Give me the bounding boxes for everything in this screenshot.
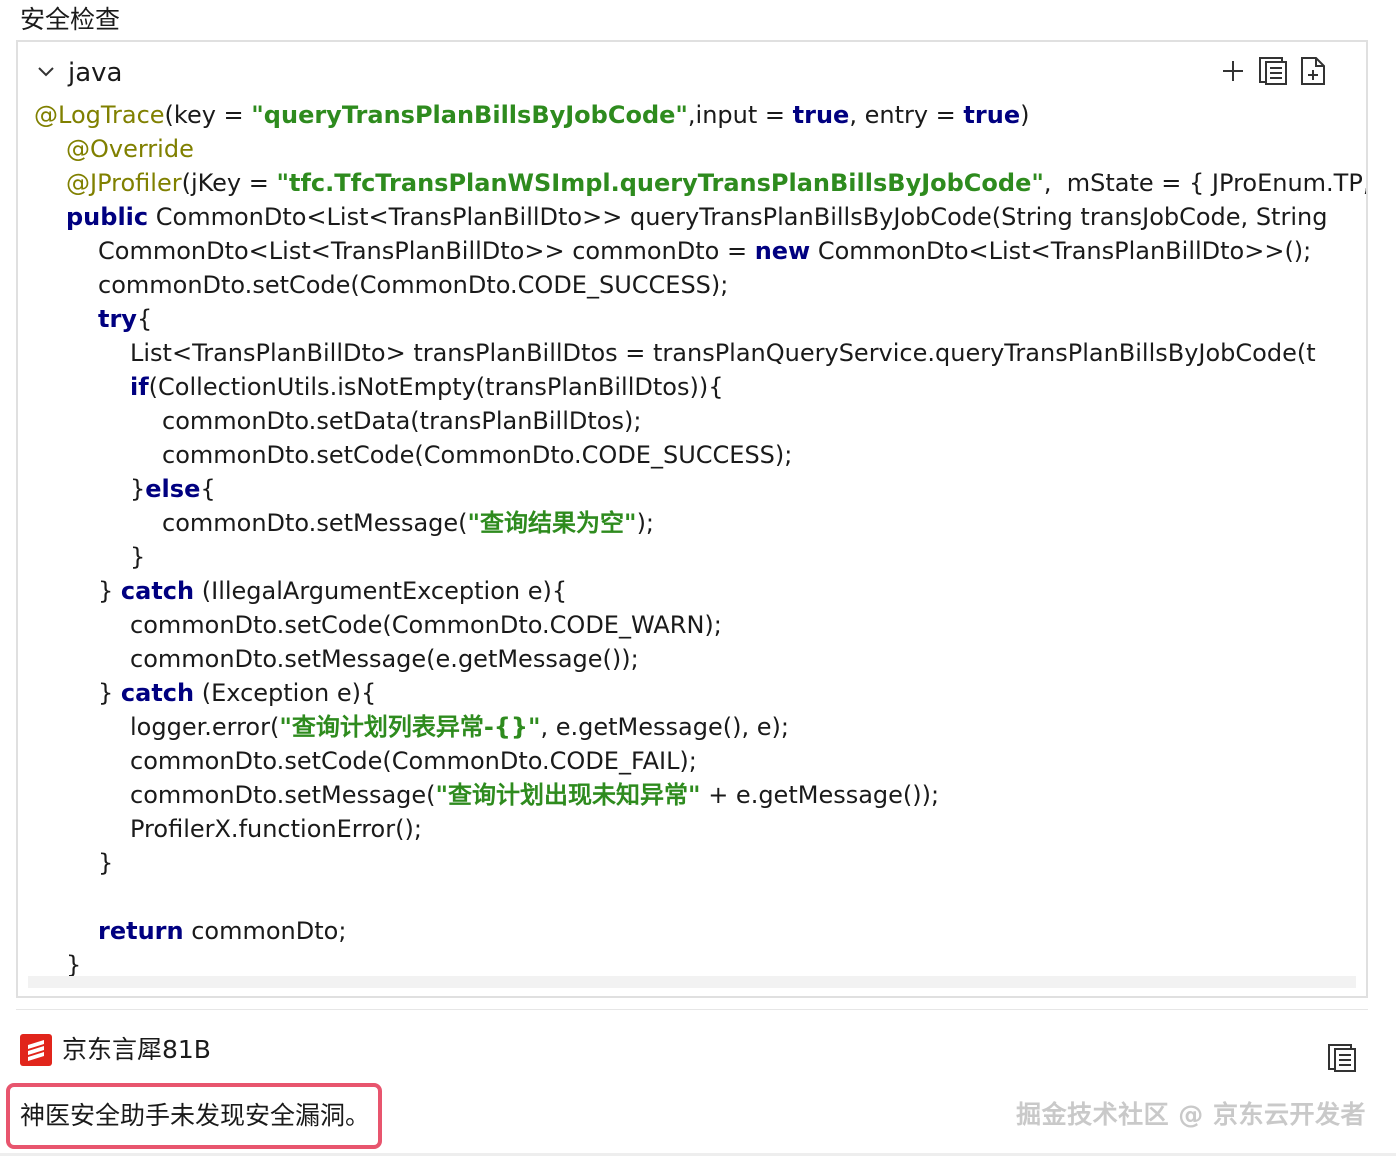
plus-icon[interactable]	[1218, 56, 1248, 86]
code-line: }	[18, 540, 1366, 574]
code-token: catch	[120, 679, 195, 707]
code-token: commonDto.setCode(CommonDto.CODE_SUCCESS…	[98, 271, 729, 299]
code-token: ,input =	[687, 101, 793, 129]
code-token: new	[754, 237, 811, 265]
code-line: }	[18, 846, 1366, 880]
code-token: (key =	[164, 101, 252, 129]
code-block-header: java	[18, 42, 1366, 102]
code-token: "查询计划出现未知异常"	[435, 781, 701, 809]
code-line: } catch (Exception e){	[18, 676, 1366, 710]
code-line: @JProfiler(jKey = "tfc.TfcTransPlanWSImp…	[18, 166, 1368, 200]
code-line: }else{	[18, 472, 1366, 506]
code-line: try{	[18, 302, 1366, 336]
code-line: }	[18, 948, 1366, 978]
code-token: commonDto.setCode(CommonDto.CODE_SUCCESS…	[162, 441, 793, 469]
code-token: CommonDto<List<TransPlanBillDto>>();	[810, 237, 1312, 265]
jd-yanxi-logo	[20, 1034, 52, 1066]
code-line: public CommonDto<List<TransPlanBillDto>>…	[18, 200, 1366, 234]
code-token: }	[130, 475, 146, 503]
code-token: true	[963, 101, 1021, 129]
code-line: commonDto.setMessage("查询计划出现未知异常" + e.ge…	[18, 778, 1366, 812]
code-line: @LogTrace(key = "queryTransPlanBillsByJo…	[18, 98, 1366, 132]
bottom-divider	[0, 1153, 1396, 1156]
code-token: "tfc.TfcTransPlanWSImpl.queryTransPlanBi…	[276, 169, 1044, 197]
code-token: , entry =	[849, 101, 964, 129]
code-token: }	[130, 543, 146, 571]
code-line: commonDto.setMessage(e.getMessage());	[18, 642, 1366, 676]
code-token: commonDto.setMessage(e.getMessage());	[130, 645, 639, 673]
code-line: CommonDto<List<TransPlanBillDto>> common…	[18, 234, 1366, 268]
code-token: commonDto.setCode(CommonDto.CODE_WARN);	[130, 611, 722, 639]
divider	[16, 1009, 1368, 1010]
horizontal-scrollbar[interactable]	[28, 976, 1356, 988]
watermark: 掘金技术社区 @ 京东云开发者	[1016, 1100, 1366, 1129]
code-token: {	[200, 475, 216, 503]
code-line: commonDto.setMessage("查询结果为空");	[18, 506, 1366, 540]
code-line: } catch (IllegalArgumentException e){	[18, 574, 1366, 608]
code-token: ProfilerX.functionError();	[130, 815, 422, 843]
page-title: 安全检查	[20, 5, 121, 34]
chevron-down-icon[interactable]	[36, 62, 56, 82]
code-token: @Override	[66, 135, 194, 163]
code-token: (Exception e){	[194, 679, 377, 707]
code-token: (jKey =	[181, 169, 277, 197]
code-token: + e.getMessage());	[700, 781, 940, 809]
code-line: List<TransPlanBillDto> transPlanBillDtos…	[18, 336, 1366, 370]
assistant-source: 京东言犀81B	[20, 1034, 211, 1066]
code-token: else	[145, 475, 201, 503]
code-token: logger.error(	[130, 713, 280, 741]
code-token: commonDto;	[183, 917, 347, 945]
code-line: @Override	[18, 132, 1366, 166]
scan-result-text: 神医安全助手未发现安全漏洞。	[20, 1101, 371, 1130]
code-token: catch	[120, 577, 195, 605]
code-token: if	[130, 373, 149, 401]
insert-file-icon[interactable]	[1298, 56, 1328, 86]
code-token: , e.getMessage(), e);	[540, 713, 789, 741]
assistant-name: 京东言犀81B	[62, 1035, 211, 1064]
scan-result-box: 神医安全助手未发现安全漏洞。	[6, 1083, 382, 1149]
code-token: commonDto.setCode(CommonDto.CODE_FAIL);	[130, 747, 697, 775]
code-token: CommonDto<List<TransPlanBillDto>> common…	[98, 237, 755, 265]
code-token: @LogTrace	[34, 101, 165, 129]
code-token: true	[792, 101, 850, 129]
code-token: , mState = { JProEnum.TP,	[1043, 169, 1368, 197]
code-line: if(CollectionUtils.isNotEmpty(transPlanB…	[18, 370, 1366, 404]
code-token: )	[1020, 101, 1030, 129]
code-line: commonDto.setCode(CommonDto.CODE_WARN);	[18, 608, 1366, 642]
code-token: (CollectionUtils.isNotEmpty(transPlanBil…	[148, 373, 724, 401]
code-token: }	[66, 951, 82, 978]
code-token: {	[136, 305, 153, 333]
code-token: }	[98, 679, 121, 707]
code-token: }	[98, 577, 121, 605]
code-line: commonDto.setCode(CommonDto.CODE_FAIL);	[18, 744, 1366, 778]
code-token: try	[98, 305, 137, 333]
code-line: logger.error("查询计划列表异常-{}", e.getMessage…	[18, 710, 1366, 744]
code-line: ProfilerX.functionError();	[18, 812, 1366, 846]
code-block-panel: java @LogTrace(key = "queryTransPlanBill…	[16, 40, 1368, 998]
code-line: commonDto.setCode(CommonDto.CODE_SUCCESS…	[18, 268, 1366, 302]
code-token: commonDto.setMessage(	[130, 781, 436, 809]
code-line: return commonDto;	[18, 914, 1366, 948]
code-token: @JProfiler	[66, 169, 182, 197]
code-token: (IllegalArgumentException e){	[194, 577, 568, 605]
code-token: CommonDto<List<TransPlanBillDto>> queryT…	[148, 203, 1328, 231]
code-content: @LogTrace(key = "queryTransPlanBillsByJo…	[18, 98, 1368, 978]
code-token: commonDto.setData(transPlanBillDtos);	[162, 407, 642, 435]
code-line: commonDto.setData(transPlanBillDtos);	[18, 404, 1366, 438]
code-token: }	[98, 849, 114, 877]
copy-icon[interactable]	[1258, 56, 1288, 86]
code-token: );	[636, 509, 655, 537]
code-token: "queryTransPlanBillsByJobCode"	[251, 101, 688, 129]
code-token: "查询结果为空"	[467, 509, 637, 537]
code-toolbar	[1218, 56, 1328, 86]
code-token: return	[98, 917, 184, 945]
code-line: commonDto.setCode(CommonDto.CODE_SUCCESS…	[18, 438, 1366, 472]
code-token: public	[66, 203, 149, 231]
copy-icon[interactable]	[1326, 1042, 1358, 1074]
code-language-label: java	[68, 58, 123, 88]
code-token: "查询计划列表异常-{}"	[279, 713, 541, 741]
code-token: commonDto.setMessage(	[162, 509, 468, 537]
code-token: List<TransPlanBillDto> transPlanBillDtos…	[130, 339, 1316, 367]
